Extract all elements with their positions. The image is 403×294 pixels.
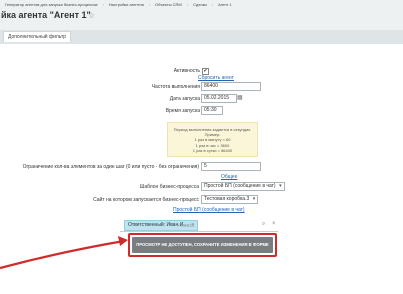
breadcrumb-separator: ›	[211, 2, 214, 7]
site-label: Сайт на котором запускается бизнес-проце…	[93, 197, 199, 203]
page-title: йка агента "Агент 1"	[1, 10, 91, 20]
breadcrumb-item-agent-settings[interactable]: Настройки агентов	[109, 2, 144, 7]
interval-label: Частота выполнения	[151, 84, 200, 90]
star-icon[interactable]: ☆	[88, 12, 95, 20]
bp-link[interactable]: Простой БП (сообщение в чат)	[173, 207, 245, 213]
breadcrumb-separator: ›	[186, 2, 189, 7]
breadcrumb: Генератор агентов для запуска бизнес-про…	[5, 2, 232, 7]
interval-hint: Период выполнения задается в секундах. П…	[167, 122, 258, 157]
interval-input[interactable]: 86400	[201, 82, 261, 91]
common-link[interactable]: Общее	[221, 174, 237, 180]
breadcrumb-item-generator[interactable]: Генератор агентов для запуска бизнес-про…	[5, 2, 97, 7]
breadcrumb-separator: ›	[148, 2, 151, 7]
site-select[interactable]: Тестовая коробка.3	[201, 195, 259, 204]
active-checkbox[interactable]: ✔	[202, 68, 209, 75]
time-input[interactable]: 05:30	[201, 106, 223, 115]
reset-agent-link[interactable]: Сбросить агент	[198, 75, 234, 81]
calendar-icon[interactable]: ▦	[237, 95, 243, 101]
preview-button[interactable]: ПРОСМОТР НЕ ДОСТУПЕН, СОХРАНИТЕ ИЗМЕНЕНИ…	[132, 237, 273, 253]
responsible-search-input[interactable]: + поиск	[177, 223, 194, 229]
bp-template-label: Шаблон бизнес-процесса	[139, 184, 199, 190]
limit-input[interactable]: 5	[201, 162, 261, 171]
search-icon[interactable]: ⌕	[262, 221, 265, 228]
breadcrumb-item-deals[interactable]: Сделки	[193, 2, 207, 7]
breadcrumb-separator: ›	[102, 2, 104, 7]
date-label: Дата запуска	[169, 96, 200, 102]
time-label: Время запуска	[165, 108, 200, 114]
clear-icon[interactable]: ×	[272, 221, 276, 227]
breadcrumb-item-agent: Агент 1	[218, 2, 232, 7]
interval-hint-text: Период выполнения задается в секундах. П…	[173, 127, 252, 153]
bp-template-select[interactable]: Простой БП (сообщение в чат)	[201, 182, 285, 191]
active-label: Активность	[173, 68, 200, 74]
tab-additional-filter[interactable]: Дополнительный фильтр	[3, 31, 72, 42]
date-input[interactable]: 05.02.2015	[201, 94, 237, 103]
limit-label: Ограничение кол-ва элементов за один шаг…	[22, 164, 199, 170]
breadcrumb-item-crm-objects[interactable]: Объекты CRM	[155, 2, 182, 7]
